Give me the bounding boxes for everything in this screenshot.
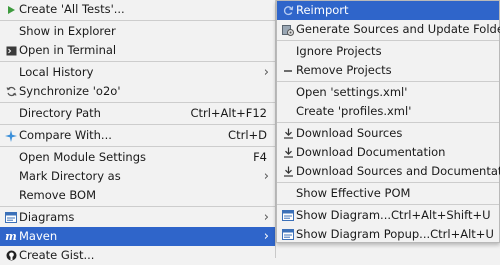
menu-separator [0,146,275,147]
menu-item-maven[interactable]: m Maven › [0,227,275,246]
terminal-icon [4,41,18,60]
menu-item-remove-bom[interactable]: Remove BOM [0,186,275,205]
chevron-right-icon: › [263,210,269,225]
minus-icon [281,61,295,80]
menu-separator [277,40,499,41]
menu-item-open-in-terminal[interactable]: Open in Terminal [0,41,275,60]
menu-separator [0,20,275,21]
menu-item-synchronize-o2o[interactable]: Synchronize 'o2o' [0,82,275,101]
menu-separator [277,182,499,183]
generate-icon [281,20,295,39]
menu-item-label: Download Sources [296,126,403,140]
menu-item-shortcut: Ctrl+Alt+U [430,227,494,241]
menu-item-label: Open 'settings.xml' [296,85,408,99]
menu-separator [277,122,499,123]
reimport-icon [281,1,295,20]
download-icon [281,162,295,181]
maven-icon: m [5,230,17,243]
menu-item-label: Show Diagram... [296,208,392,222]
menu-item-label: Directory Path [19,106,101,120]
menu-item-label: Show in Explorer [19,24,116,38]
diagram-icon [281,225,295,244]
chevron-right-icon: › [263,229,269,244]
menu-separator [277,204,499,205]
menu-separator [0,124,275,125]
run-icon [4,0,18,19]
download-icon [281,124,295,143]
menu-item-label: Generate Sources and Update Folders [296,22,500,36]
diagram-icon [4,208,18,227]
sync-icon [4,82,18,101]
diagram-icon [281,206,295,225]
menu-separator [277,81,499,82]
menu-item-create-gist[interactable]: Create Gist... [0,246,275,265]
menu-separator [0,61,275,62]
menu-item-show-diagram[interactable]: Show Diagram... Ctrl+Alt+Shift+U [277,206,499,225]
menu-item-generate-sources-and-update-folders[interactable]: Generate Sources and Update Folders [277,20,500,39]
menu-item-show-effective-pom[interactable]: Show Effective POM [277,184,499,203]
menu-item-compare-with[interactable]: Compare With... Ctrl+D [0,126,275,145]
chevron-right-icon: › [263,169,269,184]
menu-item-shortcut: Ctrl+Alt+F12 [190,106,267,120]
context-menu: Create 'All Tests'... Show in Explorer Ope… [0,0,276,262]
menu-item-diagrams[interactable]: Diagrams › [0,208,275,227]
menu-item-local-history[interactable]: Local History › [0,63,275,82]
menu-item-shortcut: Ctrl+D [228,128,267,142]
menu-item-open-settings-xml[interactable]: Open 'settings.xml' [277,83,499,102]
menu-item-label: Show Diagram Popup... [296,227,431,241]
menu-item-mark-directory-as[interactable]: Mark Directory as › [0,167,275,186]
menu-item-label: Maven [19,229,58,243]
menu-item-label: Ignore Projects [296,44,382,58]
menu-item-show-diagram-popup[interactable]: Show Diagram Popup... Ctrl+Alt+U [277,225,499,244]
menu-item-label: Open Module Settings [19,150,147,164]
download-icon [281,143,295,162]
menu-item-shortcut: F4 [253,150,267,164]
chevron-right-icon: › [263,65,269,80]
menu-item-label: Download Sources and Documentation [296,164,500,178]
menu-item-shortcut: Ctrl+Alt+Shift+U [391,208,491,222]
menu-item-show-in-explorer[interactable]: Show in Explorer [0,22,275,41]
menu-item-label: Compare With... [19,128,112,142]
menu-item-download-sources[interactable]: Download Sources [277,124,499,143]
menu-item-label: Local History [19,65,94,79]
menu-item-remove-projects[interactable]: Remove Projects [277,61,499,80]
menu-separator [0,206,275,207]
menu-item-label: Diagrams [19,210,75,224]
menu-item-label: Remove Projects [296,63,392,77]
menu-item-open-module-settings[interactable]: Open Module Settings F4 [0,148,275,167]
menu-item-label: Download Documentation [296,145,446,159]
menu-item-ignore-projects[interactable]: Ignore Projects [277,42,499,61]
menu-item-label: Show Effective POM [296,186,411,200]
menu-item-label: Synchronize 'o2o' [19,84,121,98]
menu-item-directory-path[interactable]: Directory Path Ctrl+Alt+F12 [0,104,275,123]
menu-item-reimport[interactable]: Reimport [277,1,499,20]
menu-item-label: Create 'All Tests'... [19,2,125,16]
menu-item-download-documentation[interactable]: Download Documentation [277,143,499,162]
github-icon [4,246,18,265]
menu-item-label: Create Gist... [19,248,95,262]
menu-item-label: Open in Terminal [19,43,117,57]
menu-item-create-all-tests[interactable]: Create 'All Tests'... [0,0,275,19]
menu-separator [0,102,275,103]
menu-item-label: Create 'profiles.xml' [296,104,412,118]
maven-submenu: Reimport Generate Sources and Update Fold… [276,0,500,243]
menu-item-create-profiles-xml[interactable]: Create 'profiles.xml' [277,102,499,121]
menu-item-label: Mark Directory as [19,169,121,183]
menu-item-label: Reimport [296,3,349,17]
menu-item-download-sources-and-documentation[interactable]: Download Sources and Documentation [277,162,500,181]
menu-item-label: Remove BOM [19,188,96,202]
compare-icon [4,126,18,145]
